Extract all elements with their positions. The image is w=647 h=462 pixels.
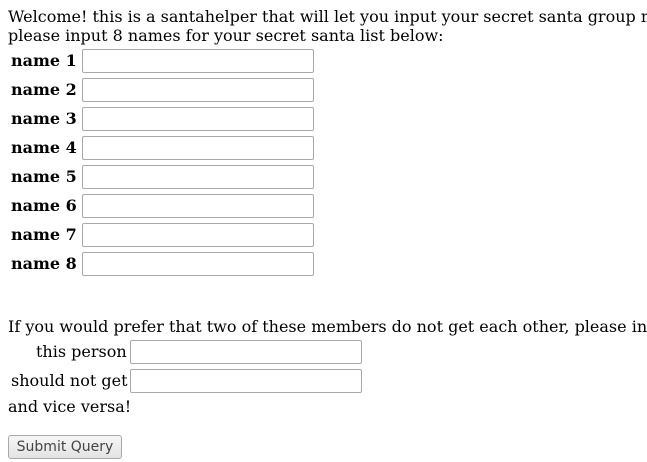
name-8-input[interactable]: [82, 252, 314, 276]
exclusion-prompt: If you would prefer that two of these me…: [8, 317, 647, 336]
name-7-input[interactable]: [82, 223, 314, 247]
name-6-label: name 6: [11, 196, 77, 215]
name-4-label: name 4: [11, 138, 77, 157]
name-8-label: name 8: [11, 254, 77, 273]
this-person-label: this person: [36, 342, 127, 361]
this-person-input[interactable]: [130, 340, 362, 364]
should-not-get-label: should not get: [11, 371, 128, 390]
should-not-get-input[interactable]: [130, 369, 362, 393]
name-1-label: name 1: [11, 51, 77, 70]
name-6-input[interactable]: [82, 194, 314, 218]
name-2-label: name 2: [11, 80, 77, 99]
name-7-label: name 7: [11, 225, 77, 244]
name-1-input[interactable]: [82, 49, 314, 73]
name-3-label: name 3: [11, 109, 77, 128]
intro-line-2: please input 8 names for your secret san…: [8, 26, 444, 45]
name-3-input[interactable]: [82, 107, 314, 131]
submit-button[interactable]: Submit Query: [8, 435, 122, 459]
intro-line-1: Welcome! this is a santahelper that will…: [8, 7, 647, 26]
name-5-input[interactable]: [82, 165, 314, 189]
name-4-input[interactable]: [82, 136, 314, 160]
vice-versa-text: and vice versa!: [8, 397, 132, 416]
name-5-label: name 5: [11, 167, 77, 186]
name-2-input[interactable]: [82, 78, 314, 102]
